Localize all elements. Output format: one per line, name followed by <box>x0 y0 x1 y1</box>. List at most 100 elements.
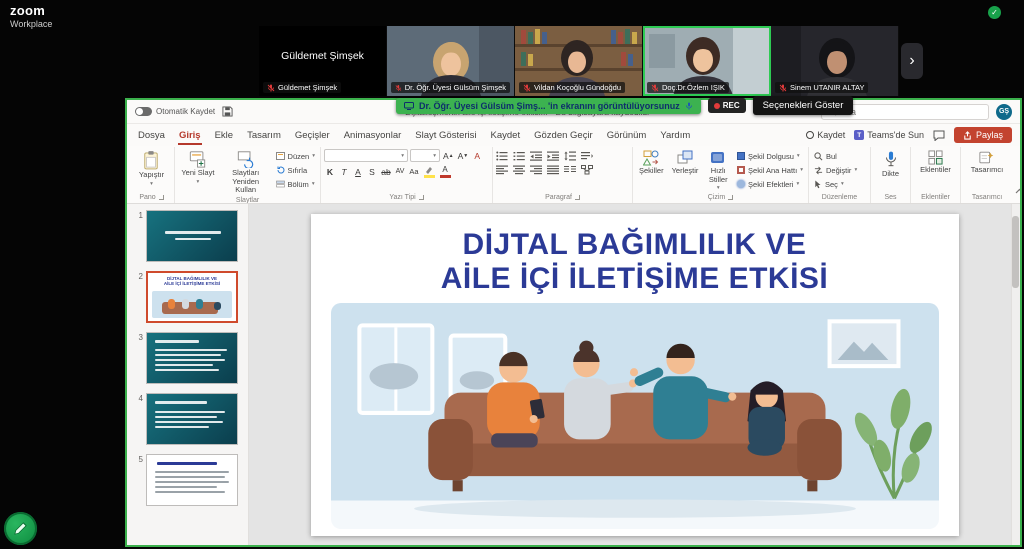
chevron-down-icon: ▾ <box>796 181 799 187</box>
tab-ekle[interactable]: Ekle <box>208 127 240 144</box>
shape-outline-button[interactable]: Şekil Ana Hattı▾ <box>735 164 805 176</box>
new-slide-icon <box>189 150 206 168</box>
participant-tile[interactable]: Vildan Koçoğlu Gündoğdu <box>515 26 643 96</box>
font-size-combo[interactable]: ▾ <box>410 149 440 162</box>
shape-fill-button[interactable]: Şekil Dolgusu▾ <box>735 150 805 162</box>
dictate-button[interactable]: Dikte <box>879 149 902 180</box>
slide-thumbnail-1[interactable]: 1 <box>127 210 248 262</box>
share-button[interactable]: Paylaş <box>954 127 1012 143</box>
font-name-combo[interactable]: ▾ <box>324 149 408 162</box>
chevron-down-icon: ▾ <box>800 167 803 173</box>
columns-icon[interactable] <box>564 165 576 175</box>
tab-kaydet[interactable]: Kaydet <box>484 127 528 144</box>
character-spacing-button[interactable]: AV <box>394 165 406 178</box>
record-button[interactable]: Kaydet <box>806 130 845 140</box>
arrange-button[interactable]: Yerleştir <box>669 149 702 177</box>
tab-gozden-gecir[interactable]: Gözden Geçir <box>527 127 600 144</box>
numbering-icon[interactable] <box>513 151 525 161</box>
slide-thumbnail-5[interactable]: 5 <box>127 454 248 506</box>
chevron-down-icon: ▾ <box>150 181 153 187</box>
annotate-button[interactable] <box>4 512 37 545</box>
collapse-ribbon-icon[interactable] <box>1015 181 1020 199</box>
addins-button[interactable]: Eklentiler <box>917 149 954 176</box>
mic-muted-icon <box>523 84 531 92</box>
participant-tile[interactable]: Güldemet Şimşek Güldemet Şimşek <box>259 26 387 96</box>
slide-thumbnail-panel: 1 2 DİJTAL BAĞIMLILIK VE AİLE İÇİ İLETİŞ… <box>127 204 249 545</box>
grow-font-button[interactable]: A▲ <box>442 149 455 162</box>
quick-styles-button[interactable]: Hızlı Stiller ▾ <box>703 149 733 193</box>
comments-icon[interactable] <box>933 130 945 141</box>
tab-gorunum[interactable]: Görünüm <box>600 127 654 144</box>
vertical-scrollbar[interactable] <box>1011 204 1020 545</box>
zoom-brand-text: zoom <box>10 3 52 18</box>
save-icon[interactable] <box>222 106 233 117</box>
encryption-shield-icon: ✓ <box>988 6 1001 19</box>
next-participants-button[interactable]: › <box>901 43 923 79</box>
tab-giris[interactable]: Giriş <box>172 127 208 144</box>
text-shadow-button[interactable]: S <box>366 165 378 178</box>
new-slide-button[interactable]: Yeni Slayt ▾ <box>178 149 218 186</box>
powerpoint-window: Otomatik Kaydet Dijitalleşmenin aile içi… <box>125 98 1022 547</box>
tab-gecisler[interactable]: Geçişler <box>288 127 337 144</box>
reset-icon <box>276 166 285 174</box>
tab-dosya[interactable]: Dosya <box>131 127 172 144</box>
participant-tile[interactable]: Dr. Öğr. Üyesi Gülsüm Şimşek <box>387 26 515 96</box>
designer-button[interactable]: Tasarımcı <box>968 149 1007 176</box>
reuse-slides-button[interactable]: Slaytları Yeniden Kullan <box>220 149 272 196</box>
italic-button[interactable]: T <box>338 165 350 178</box>
participant-tile[interactable]: Sinem UTANIR ALTAY <box>771 26 899 96</box>
increase-indent-icon[interactable] <box>547 151 559 161</box>
chevron-down-icon: ▾ <box>312 181 315 187</box>
select-button[interactable]: Seç▾ <box>812 178 846 190</box>
slide-canvas[interactable]: DİJTAL BAĞIMLILIK VE AİLE İÇİ İLETİŞİME … <box>311 214 959 536</box>
layout-button[interactable]: Düzen▾ <box>274 150 317 162</box>
participant-tile-active-speaker[interactable]: Doç.Dr.Özlem IŞIK <box>643 26 771 96</box>
find-button[interactable]: Bul <box>812 150 839 162</box>
highlight-color-button[interactable] <box>422 166 436 178</box>
view-options-button[interactable]: Seçenekleri Göster <box>753 96 854 115</box>
shapes-button[interactable]: Şekiller <box>636 149 667 177</box>
tab-animasyonlar[interactable]: Animasyonlar <box>337 127 409 144</box>
bullets-icon[interactable] <box>496 151 508 161</box>
slide-thumbnail-2-selected[interactable]: 2 DİJTAL BAĞIMLILIK VE AİLE İÇİ İLETİŞİM… <box>127 271 248 323</box>
mic-muted-icon <box>267 84 275 92</box>
dialog-launcher-icon[interactable] <box>159 195 164 200</box>
align-right-icon[interactable] <box>530 165 542 175</box>
dialog-launcher-icon[interactable] <box>575 195 580 200</box>
ppt-ribbon: Yapıştır ▾ Pano Yeni Slayt ▾ Slaytları Y… <box>127 146 1020 204</box>
align-center-icon[interactable] <box>513 165 525 175</box>
participant-display-name: Güldemet Şimşek <box>259 26 386 86</box>
user-avatar[interactable]: GŞ <box>996 104 1012 120</box>
dialog-launcher-icon[interactable] <box>728 195 733 200</box>
slide-thumbnail-4[interactable]: 4 <box>127 393 248 445</box>
present-in-teams-button[interactable]: T Teams'de Sun <box>854 130 924 140</box>
justify-icon[interactable] <box>547 165 559 175</box>
change-case-button[interactable]: Aa <box>408 165 420 178</box>
align-left-icon[interactable] <box>496 165 508 175</box>
text-direction-icon[interactable] <box>581 151 593 161</box>
autosave-toggle[interactable] <box>135 107 152 116</box>
slide-title: DİJTAL BAĞIMLILIK VE AİLE İÇİ İLETİŞİME … <box>441 228 829 295</box>
section-button[interactable]: Bölüm▾ <box>274 178 317 190</box>
scrollbar-thumb[interactable] <box>1012 216 1019 288</box>
line-spacing-icon[interactable] <box>564 151 576 161</box>
tab-yardim[interactable]: Yardım <box>653 127 697 144</box>
strikethrough-button[interactable]: ab <box>380 165 392 178</box>
tab-tasarim[interactable]: Tasarım <box>240 127 288 144</box>
chevron-down-icon: ▾ <box>717 185 720 191</box>
dialog-launcher-icon[interactable] <box>419 195 424 200</box>
tab-slayt-gosterisi[interactable]: Slayt Gösterisi <box>408 127 483 144</box>
smartart-convert-icon[interactable] <box>581 165 593 175</box>
font-color-button[interactable]: A <box>438 166 452 178</box>
slide-thumbnail-3[interactable]: 3 <box>127 332 248 384</box>
bold-button[interactable]: K <box>324 165 336 178</box>
paste-button[interactable]: Yapıştır ▾ <box>136 149 167 188</box>
underline-button[interactable]: A <box>352 165 364 178</box>
reset-button[interactable]: Sıfırla <box>274 164 317 176</box>
replace-button[interactable]: Değiştir▾ <box>812 164 859 176</box>
decrease-indent-icon[interactable] <box>530 151 542 161</box>
shape-effects-button[interactable]: Şekil Efektleri▾ <box>735 178 805 190</box>
clear-formatting-button[interactable]: A <box>471 149 483 162</box>
autosave-control[interactable]: Otomatik Kaydet <box>135 107 215 116</box>
shrink-font-button[interactable]: A▼ <box>457 149 470 162</box>
